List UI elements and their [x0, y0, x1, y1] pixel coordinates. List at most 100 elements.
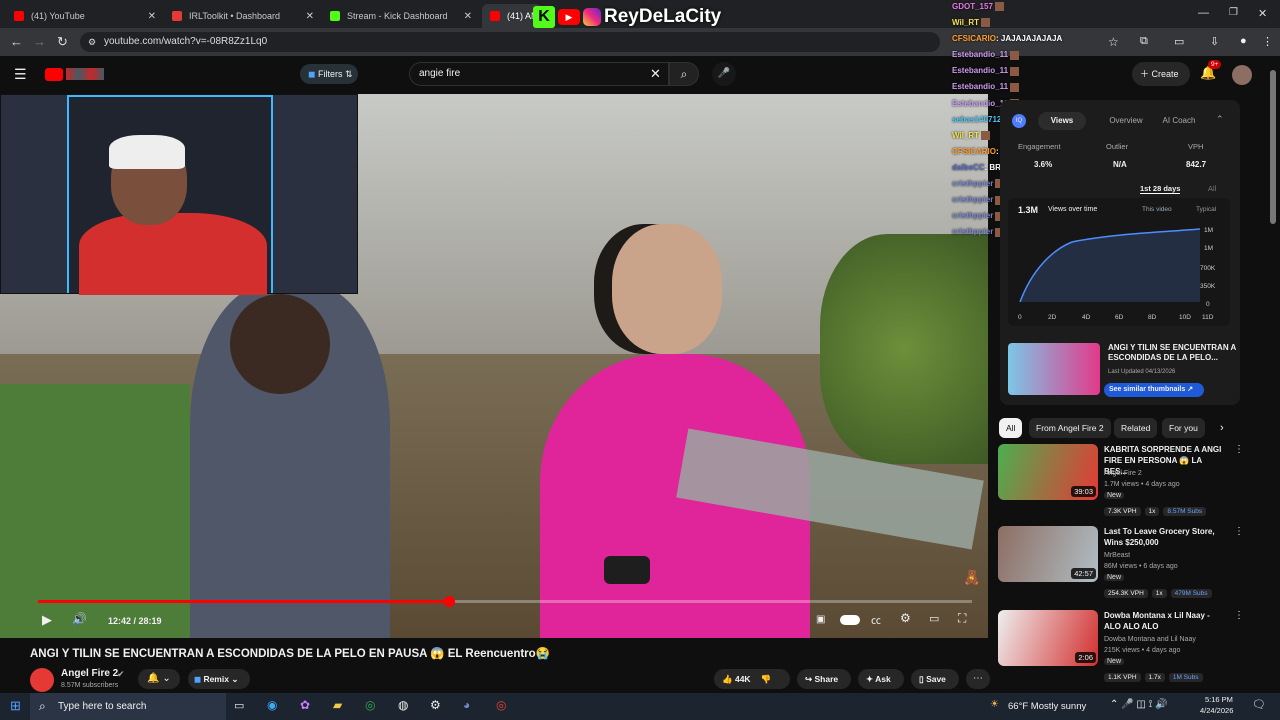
- extension-player-icon[interactable]: ▣: [816, 614, 825, 625]
- sidebar-icon[interactable]: ▭: [1174, 35, 1184, 48]
- chip-related[interactable]: Related: [1114, 418, 1158, 438]
- steam-icon[interactable]: ⚙: [430, 698, 441, 712]
- close-tab-icon[interactable]: ✕: [306, 11, 314, 22]
- tab-irltoolkit[interactable]: IRLToolkit • Dashboard ✕: [164, 4, 322, 28]
- clear-search-icon[interactable]: ✕: [650, 63, 661, 85]
- chat-emote-icon: [1010, 82, 1020, 92]
- channel-name[interactable]: Angel Fire 2: [61, 668, 118, 679]
- downloads-icon[interactable]: ⇩: [1210, 35, 1219, 48]
- tab-overview[interactable]: Overview: [1104, 112, 1148, 130]
- chip-all[interactable]: All: [999, 418, 1023, 438]
- ask-button[interactable]: ✦ Ask: [858, 669, 904, 689]
- like-icon[interactable]: 👍: [722, 674, 733, 684]
- chips-next-icon[interactable]: ›: [1220, 422, 1224, 434]
- site-info-icon[interactable]: ⚙: [88, 32, 96, 52]
- recommended-video[interactable]: 2:06 Dowba Montana x Lil Naay - ALO ALO A…: [998, 610, 1244, 692]
- channel-name[interactable]: Dowba Montana and Lil Naay: [1104, 636, 1196, 643]
- notification-center-icon[interactable]: 🗨: [1252, 698, 1266, 711]
- close-tab-icon[interactable]: ✕: [464, 11, 472, 22]
- clock-date[interactable]: 4/24/2026: [1200, 706, 1233, 715]
- minimize-icon[interactable]: —: [1198, 7, 1209, 19]
- discord-icon[interactable]: ◕: [463, 698, 470, 712]
- doodle-logo-icon[interactable]: [66, 68, 104, 80]
- clock-time[interactable]: 5:16 PM: [1205, 695, 1233, 704]
- copilot-icon[interactable]: ✿: [300, 698, 310, 712]
- play-icon[interactable]: ▶: [42, 612, 52, 628]
- subscribed-bell-button[interactable]: 🔔 ⌄: [138, 669, 180, 689]
- tray-icons[interactable]: ⌃ 🎤 ◫ ⟟ 🔊: [1110, 699, 1168, 710]
- channel-name[interactable]: Angel Fire 2: [1104, 470, 1142, 477]
- like-count[interactable]: 44K: [735, 674, 751, 684]
- chip-from-channel[interactable]: From Angel Fire 2: [1029, 418, 1111, 438]
- more-options-icon[interactable]: ⋮: [1234, 526, 1244, 537]
- video-meta: 86M views • 6 days ago: [1104, 563, 1178, 570]
- reload-icon[interactable]: ↻: [57, 34, 68, 50]
- autoplay-toggle[interactable]: [840, 615, 860, 625]
- url-bar[interactable]: ⚙ youtube.com/watch?v=-08R8Zz1Lq0: [80, 32, 940, 52]
- chat-username: GDOT_157: [952, 2, 993, 11]
- close-window-icon[interactable]: ✕: [1258, 7, 1267, 20]
- captions-icon[interactable]: ㏄: [871, 612, 881, 627]
- chart-metric-select[interactable]: Views over time: [1048, 206, 1097, 213]
- collapse-chevron-icon[interactable]: ⌃: [1216, 114, 1224, 125]
- windows-start-icon[interactable]: ⊞: [10, 698, 21, 714]
- youtube-logo-icon[interactable]: [45, 68, 63, 81]
- chat-emote-icon: [1010, 50, 1020, 60]
- tab-kick[interactable]: Stream - Kick Dashboard ✕: [322, 4, 480, 28]
- save-button[interactable]: ▯ Save: [911, 669, 959, 689]
- restore-icon[interactable]: ❐: [1229, 7, 1238, 18]
- weather-icon[interactable]: ☀: [990, 699, 999, 710]
- tab-views[interactable]: Views: [1038, 112, 1086, 130]
- forward-icon[interactable]: →: [33, 34, 46, 49]
- recommended-video[interactable]: 42:57 Last To Leave Grocery Store, Wins $…: [998, 526, 1244, 608]
- channel-name[interactable]: MrBeast: [1104, 552, 1130, 559]
- profile-icon[interactable]: ●: [1240, 35, 1247, 47]
- progress-bar[interactable]: [38, 596, 972, 607]
- taskbar-search[interactable]: ⌕ Type here to search: [30, 693, 226, 720]
- settings-gear-icon[interactable]: ⚙: [900, 611, 911, 625]
- filters-button[interactable]: ◼ Filters ⇅: [300, 64, 358, 84]
- tab-youtube[interactable]: (41) YouTube ✕: [6, 4, 164, 28]
- avatar[interactable]: [1232, 65, 1252, 85]
- share-button[interactable]: ↪ Share: [797, 669, 851, 689]
- obs-icon[interactable]: ◍: [398, 698, 408, 712]
- voice-search-button[interactable]: 🎤: [712, 62, 736, 86]
- period-selected[interactable]: 1st 28 days: [1140, 184, 1181, 194]
- see-similar-thumbnails-button[interactable]: See similar thumbnails ↗: [1104, 383, 1204, 397]
- progress-scrubber[interactable]: [443, 596, 455, 607]
- back-icon[interactable]: ←: [10, 34, 23, 49]
- more-options-icon[interactable]: ⋮: [1234, 444, 1244, 455]
- stat-vph-label: VPH: [1188, 142, 1204, 151]
- stat-engagement-label: Engagement: [1018, 142, 1061, 151]
- file-explorer-icon[interactable]: ▰: [333, 698, 342, 712]
- weather-text[interactable]: 66°F Mostly sunny: [1008, 701, 1086, 712]
- stat-vph-value: 842.7: [1186, 160, 1207, 169]
- channel-avatar[interactable]: [30, 668, 54, 692]
- miniplayer-icon[interactable]: ▭: [929, 612, 939, 625]
- more-options-icon[interactable]: ⋮: [1234, 610, 1244, 621]
- search-input[interactable]: angie fire ✕: [409, 62, 669, 86]
- page-scrollbar[interactable]: [1270, 70, 1276, 224]
- remix-button[interactable]: ◼ Remix ⌄: [188, 669, 250, 689]
- period-all[interactable]: All: [1208, 184, 1216, 193]
- promo-thumbnail[interactable]: [1008, 343, 1100, 395]
- chrome-active-icon[interactable]: ◎: [496, 698, 506, 712]
- volume-icon[interactable]: 🔊: [72, 612, 87, 626]
- search-button[interactable]: ⌕: [669, 62, 699, 86]
- edge-icon[interactable]: ◉: [267, 698, 277, 712]
- video-title[interactable]: Dowba Montana x Lil Naay - ALO ALO ALO: [1104, 610, 1222, 632]
- task-view-icon[interactable]: ▭: [234, 699, 244, 712]
- views-chart: 1.3M Views over time This video Typical …: [1008, 198, 1230, 326]
- tab-ai-coach[interactable]: AI Coach: [1156, 112, 1202, 130]
- video-title[interactable]: Last To Leave Grocery Store, Wins $250,0…: [1104, 526, 1222, 548]
- more-actions-button[interactable]: ⋯: [966, 669, 990, 689]
- recommended-video[interactable]: 39:03 KABRITA SORPRENDE A ANGI FIRE EN PE…: [998, 444, 1244, 526]
- chart-area-typical: [1020, 229, 1200, 302]
- fullscreen-icon[interactable]: ⛶: [958, 611, 966, 626]
- dislike-icon[interactable]: 👎: [761, 674, 772, 684]
- close-tab-icon[interactable]: ✕: [148, 11, 156, 22]
- menu-kebab-icon[interactable]: ⋮: [1262, 35, 1273, 48]
- chip-for-you[interactable]: For you: [1162, 418, 1205, 438]
- chrome-icon[interactable]: ◎: [365, 698, 375, 712]
- hamburger-menu-icon[interactable]: ☰: [14, 66, 27, 83]
